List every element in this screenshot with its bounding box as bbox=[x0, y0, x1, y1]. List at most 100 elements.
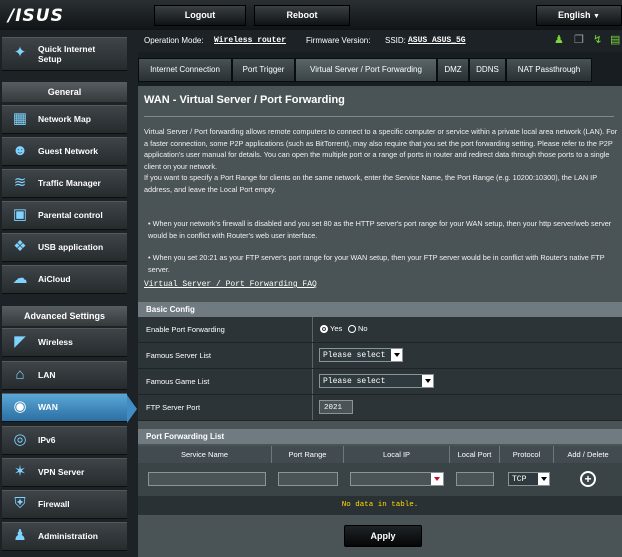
tab-port-trigger[interactable]: Port Trigger bbox=[232, 58, 295, 82]
title-divider bbox=[144, 116, 614, 117]
tab-dmz[interactable]: DMZ bbox=[437, 58, 469, 82]
sidebar-item-label: WAN bbox=[38, 402, 58, 412]
ipv6-globe-icon: ◎ bbox=[13, 431, 27, 448]
note-text: When you set 20:21 as your FTP server's … bbox=[148, 253, 605, 274]
bullet-icon: • bbox=[148, 219, 151, 228]
op-mode-link[interactable]: Wireless router bbox=[214, 36, 286, 45]
apply-button[interactable]: Apply bbox=[344, 525, 422, 547]
local-port-input[interactable] bbox=[456, 472, 494, 486]
copy-icon[interactable]: ❐ bbox=[574, 33, 584, 46]
sidebar-item-aicloud[interactable]: ☁ AiCloud bbox=[2, 265, 127, 294]
bullet-icon: • bbox=[148, 253, 151, 262]
pf-column-headers: Service Name Port Range Local IP Local P… bbox=[138, 446, 622, 463]
radio-yes[interactable] bbox=[320, 325, 328, 333]
port-range-input[interactable] bbox=[278, 472, 338, 486]
sidebar-item-label: VPN Server bbox=[38, 467, 85, 477]
sidebar-item-administration[interactable]: ♟ Administration bbox=[2, 522, 127, 551]
sidebar: ✦ Quick Internet Setup General ▦ Network… bbox=[0, 30, 138, 557]
famous-server-row: Famous Server List Please select bbox=[138, 343, 622, 369]
ssid-values[interactable]: ASUS ASUS_5G bbox=[408, 36, 466, 45]
sidebar-item-usb-application[interactable]: ❖ USB application bbox=[2, 233, 127, 262]
protocol-value: TCP bbox=[512, 475, 527, 484]
sidebar-item-label: Parental control bbox=[38, 210, 103, 220]
cloud-icon: ☁ bbox=[12, 270, 28, 287]
note-bullet-1: • When your network's firewall is disabl… bbox=[148, 218, 616, 241]
wifi-icon: ◤ bbox=[14, 333, 26, 350]
puzzle-icon: ❖ bbox=[13, 238, 27, 255]
sidebar-item-network-map[interactable]: ▦ Network Map bbox=[2, 105, 127, 134]
ftp-server-port-label: FTP Server Port bbox=[138, 395, 313, 420]
tab-nat-passthrough[interactable]: NAT Passthrough bbox=[506, 58, 592, 82]
sidebar-item-firewall[interactable]: ⛨ Firewall bbox=[2, 490, 127, 519]
description-paragraph-2: If you want to specify a Port Range for … bbox=[144, 173, 597, 194]
famous-server-label: Famous Server List bbox=[138, 343, 313, 368]
sidebar-header-general: General bbox=[2, 82, 127, 102]
admin-user-icon: ♟ bbox=[13, 527, 27, 544]
local-ip-dropdown-button[interactable] bbox=[431, 473, 443, 485]
op-mode-label: Operation Mode: bbox=[144, 36, 204, 45]
famous-server-select[interactable]: Please select bbox=[319, 348, 403, 362]
lock-icon: ▣ bbox=[12, 206, 28, 223]
no-data-message: No data in table. bbox=[138, 496, 622, 515]
col-protocol: Protocol bbox=[500, 446, 554, 463]
chevron-down-icon bbox=[391, 349, 402, 361]
sidebar-item-label: Administration bbox=[38, 531, 98, 541]
chevron-down-icon bbox=[422, 375, 433, 387]
ftp-server-port-row: FTP Server Port 2021 bbox=[138, 395, 622, 421]
sidebar-item-parental-control[interactable]: ▣ Parental control bbox=[2, 201, 127, 230]
enable-port-forwarding-row: Enable Port Forwarding Yes No bbox=[138, 317, 622, 343]
sidebar-item-label: Quick Internet Setup bbox=[38, 44, 96, 64]
sidebar-item-label: LAN bbox=[38, 370, 56, 380]
sidebar-item-label: USB application bbox=[38, 242, 104, 252]
vpn-icon: ✶ bbox=[13, 463, 27, 480]
reboot-button[interactable]: Reboot bbox=[254, 5, 350, 26]
sidebar-item-ipv6[interactable]: ◎ IPv6 bbox=[2, 426, 127, 455]
status-bar: Operation Mode: Wireless router Firmware… bbox=[138, 30, 622, 52]
local-ip-input[interactable] bbox=[350, 472, 444, 486]
firmware-label: Firmware Version: bbox=[306, 36, 371, 45]
sidebar-item-label: Traffic Manager bbox=[38, 178, 101, 188]
language-select[interactable]: English ▼ bbox=[536, 5, 622, 26]
radio-yes-label: Yes bbox=[330, 324, 343, 333]
usb-icon[interactable]: ↯ bbox=[593, 33, 602, 46]
famous-game-select[interactable]: Please select bbox=[319, 374, 434, 388]
sidebar-item-wan[interactable]: ◉ WAN bbox=[2, 393, 127, 422]
tab-bar: Internet Connection Port Trigger Virtual… bbox=[138, 55, 622, 82]
sidebar-header-advanced: Advanced Settings bbox=[2, 306, 127, 326]
sidebar-item-traffic-manager[interactable]: ≋ Traffic Manager bbox=[2, 169, 127, 198]
page-title: WAN - Virtual Server / Port Forwarding bbox=[144, 94, 345, 106]
tab-internet-connection[interactable]: Internet Connection bbox=[138, 58, 232, 82]
note-text: When your network's firewall is disabled… bbox=[148, 219, 612, 240]
sidebar-item-vpn-server[interactable]: ✶ VPN Server bbox=[2, 458, 127, 487]
globe-icon: ◉ bbox=[13, 398, 27, 415]
basic-config-header: Basic Config bbox=[138, 302, 622, 317]
radio-no-label: No bbox=[358, 324, 368, 333]
protocol-select[interactable]: TCP bbox=[508, 472, 550, 486]
sidebar-item-label: IPv6 bbox=[38, 435, 56, 445]
sidebar-item-lan[interactable]: ⌂ LAN bbox=[2, 361, 127, 390]
magic-wand-icon: ✦ bbox=[13, 44, 27, 61]
network-map-icon: ▦ bbox=[12, 110, 28, 127]
tab-virtual-server[interactable]: Virtual Server / Port Forwarding bbox=[295, 58, 437, 82]
network-status-icon[interactable]: ▤ bbox=[610, 33, 620, 46]
add-icon[interactable]: + bbox=[580, 471, 596, 487]
service-name-input[interactable] bbox=[148, 472, 266, 486]
sidebar-item-label: Guest Network bbox=[38, 146, 98, 156]
user-icon[interactable]: ♟ bbox=[554, 33, 564, 46]
sidebar-item-label: Network Map bbox=[38, 114, 91, 124]
logout-button[interactable]: Logout bbox=[154, 5, 246, 26]
sidebar-item-wireless[interactable]: ◤ Wireless bbox=[2, 328, 127, 357]
ftp-server-port-input[interactable]: 2021 bbox=[319, 400, 353, 414]
sidebar-item-quick-setup[interactable]: ✦ Quick Internet Setup bbox=[2, 37, 127, 71]
chevron-down-icon bbox=[434, 477, 440, 481]
main-content: WAN - Virtual Server / Port Forwarding V… bbox=[138, 86, 622, 557]
tab-ddns[interactable]: DDNS bbox=[469, 58, 506, 82]
description-text: Virtual Server / Port forwarding allows … bbox=[144, 126, 618, 195]
sidebar-item-label: AiCloud bbox=[38, 274, 71, 284]
traffic-graph-icon: ≋ bbox=[13, 174, 27, 191]
famous-game-row: Famous Game List Please select bbox=[138, 369, 622, 395]
sidebar-item-guest-network[interactable]: ☻ Guest Network bbox=[2, 137, 127, 166]
guest-users-icon: ☻ bbox=[12, 142, 28, 159]
faq-link[interactable]: Virtual Server / Port Forwarding FAQ bbox=[144, 280, 317, 289]
radio-no[interactable] bbox=[348, 325, 356, 333]
